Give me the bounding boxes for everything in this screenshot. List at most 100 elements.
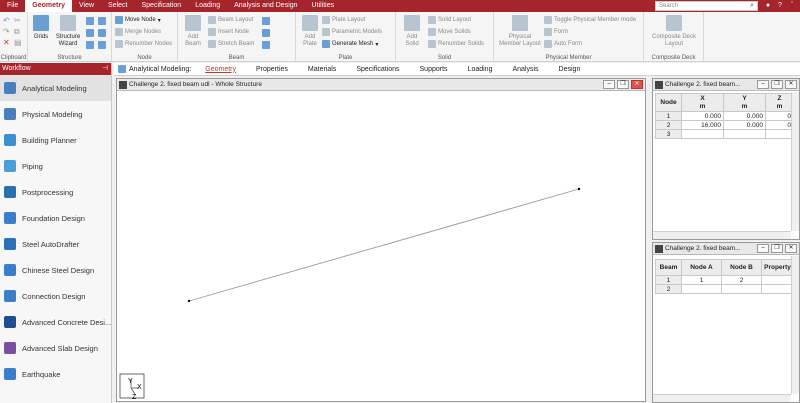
parametric-models-button[interactable]: Parametric Models <box>322 28 382 36</box>
workflow-item[interactable]: Analytical Modeling <box>0 75 111 101</box>
beam-table-vscroll[interactable] <box>791 256 799 394</box>
tab-design[interactable]: Design <box>549 63 591 76</box>
beam-cell-bb[interactable] <box>721 284 762 294</box>
copy-icon[interactable]: ⧉ <box>14 27 20 37</box>
beam-tool-icon-2[interactable] <box>262 29 270 37</box>
workflow-item[interactable]: Earthquake <box>0 361 111 387</box>
node-cell-y[interactable]: 0.000 <box>723 120 766 130</box>
move-node-button[interactable]: Move Node ▾ <box>115 16 161 24</box>
delete-icon[interactable]: ✕ <box>3 38 10 47</box>
beam-cell-b[interactable]: 2 <box>655 284 682 294</box>
table-row[interactable]: 112 <box>655 275 794 285</box>
renumber-nodes-button[interactable]: Renumber Nodes <box>115 40 172 48</box>
table-row[interactable]: 3 <box>655 129 794 139</box>
tab-supports[interactable]: Supports <box>410 63 458 76</box>
search-icon[interactable]: ⌕ <box>750 1 754 11</box>
insert-node-button[interactable]: Insert Node <box>208 28 249 36</box>
workflow-item[interactable]: Foundation Design <box>0 205 111 231</box>
menu-loading[interactable]: Loading <box>188 0 227 12</box>
plate-layout-button[interactable]: Plate Layout <box>322 16 365 24</box>
node-table-restore-button[interactable]: ❐ <box>771 80 783 89</box>
node-cell-z[interactable] <box>765 129 794 139</box>
beam-tool-icon-1[interactable] <box>262 17 270 25</box>
menu-utilities[interactable]: Utilities <box>305 0 342 12</box>
node-cell-x[interactable] <box>681 129 724 139</box>
workflow-item[interactable]: Postprocessing <box>0 179 111 205</box>
node-cell-z[interactable]: 0 <box>765 111 794 121</box>
menu-geometry[interactable]: Geometry <box>25 0 72 12</box>
node-table-vscroll[interactable] <box>791 92 799 231</box>
beam-table-restore-button[interactable]: ❐ <box>771 244 783 253</box>
stretch-beam-button[interactable]: Stretch Beam <box>208 40 254 48</box>
solid-layout-button[interactable]: Solid Layout <box>428 16 471 24</box>
close-button[interactable]: ✕ <box>631 80 643 89</box>
table-row[interactable]: 1 0.000 0.000 0 <box>655 111 794 121</box>
add-beam-button[interactable]: Add Beam <box>181 15 205 48</box>
merge-nodes-button[interactable]: Merge Nodes <box>115 28 161 36</box>
node-1[interactable] <box>187 299 191 303</box>
form-button[interactable]: Form <box>544 28 568 36</box>
workflow-item[interactable]: Steel AutoDrafter <box>0 231 111 257</box>
beam-table-close-button[interactable]: ✕ <box>785 244 797 253</box>
node-2[interactable] <box>577 187 581 191</box>
restore-button[interactable]: ❐ <box>617 80 629 89</box>
node-cell-x[interactable]: 16.000 <box>681 120 724 130</box>
search-input[interactable]: Search <box>655 1 758 11</box>
node-cell-n[interactable]: 3 <box>655 129 682 139</box>
help-icon[interactable]: ? <box>774 0 786 12</box>
table-row[interactable]: 2 16.000 0.000 0 <box>655 120 794 130</box>
tab-materials[interactable]: Materials <box>298 63 346 76</box>
tab-loading[interactable]: Loading <box>458 63 503 76</box>
add-solid-button[interactable]: Add Solid <box>400 15 424 48</box>
workflow-item[interactable]: Physical Modeling <box>0 101 111 127</box>
redo-icon[interactable]: ↷ <box>3 27 10 36</box>
workflow-item[interactable]: Chinese Steel Design <box>0 257 111 283</box>
beam-cell-p[interactable] <box>761 284 794 294</box>
menu-analysis-design[interactable]: Analysis and Design <box>227 0 304 12</box>
workflow-item[interactable]: Piping <box>0 153 111 179</box>
beam-cell-bb[interactable]: 2 <box>721 275 762 285</box>
beam-table-minimize-button[interactable]: – <box>757 244 769 253</box>
add-plate-button[interactable]: Add Plate <box>298 15 322 48</box>
generate-mesh-button[interactable]: Generate Mesh ▾ <box>322 40 378 48</box>
node-cell-n[interactable]: 1 <box>655 111 682 121</box>
structure-tool-icon-1[interactable] <box>86 17 94 25</box>
grids-button[interactable]: Grids <box>31 15 51 41</box>
minimize-button[interactable]: – <box>603 80 615 89</box>
user-icon[interactable]: ● <box>762 0 774 12</box>
beam-table-hscroll[interactable] <box>653 394 791 402</box>
menu-select[interactable]: Select <box>101 0 134 12</box>
beam-cell-a[interactable]: 1 <box>681 275 722 285</box>
node-cell-z[interactable]: 0 <box>765 120 794 130</box>
structure-canvas[interactable]: Y X Z <box>117 92 645 402</box>
node-table-hscroll[interactable] <box>653 231 791 239</box>
structure-wizard-button[interactable]: Structure Wizard <box>53 15 83 48</box>
structure-tool-icon-6[interactable] <box>98 41 106 49</box>
beam-table-window[interactable]: Challenge 2. fixed beam... – ❐ ✕ Beam No… <box>652 242 800 403</box>
node-table-window[interactable]: Challenge 2. fixed beam... – ❐ ✕ Node X … <box>652 78 800 240</box>
node-cell-y[interactable] <box>723 129 766 139</box>
beam-layout-button[interactable]: Beam Layout <box>208 16 253 24</box>
node-table-close-button[interactable]: ✕ <box>785 80 797 89</box>
beam-member[interactable] <box>188 188 580 302</box>
workflow-item[interactable]: Connection Design <box>0 283 111 309</box>
structure-tool-icon-3[interactable] <box>86 29 94 37</box>
tab-properties[interactable]: Properties <box>246 63 298 76</box>
menu-view[interactable]: View <box>72 0 101 12</box>
node-cell-y[interactable]: 0.000 <box>723 111 766 121</box>
tab-specifications[interactable]: Specifications <box>346 63 409 76</box>
menu-file[interactable]: File <box>0 0 25 12</box>
move-solids-button[interactable]: Move Solids <box>428 28 471 36</box>
physical-member-layout-button[interactable]: Physical Member Layout <box>498 15 542 48</box>
menu-specification[interactable]: Specification <box>134 0 188 12</box>
structure-tool-icon-4[interactable] <box>98 29 106 37</box>
paste-icon[interactable]: ▤ <box>14 38 22 47</box>
beam-cell-a[interactable] <box>681 284 722 294</box>
auto-form-button[interactable]: Auto Form <box>544 40 582 48</box>
node-table-minimize-button[interactable]: – <box>757 80 769 89</box>
beam-cell-p[interactable] <box>761 275 794 285</box>
pin-icon[interactable]: ⊣ <box>102 63 108 75</box>
node-cell-x[interactable]: 0.000 <box>681 111 724 121</box>
node-cell-n[interactable]: 2 <box>655 120 682 130</box>
structure-tool-icon-2[interactable] <box>98 17 106 25</box>
